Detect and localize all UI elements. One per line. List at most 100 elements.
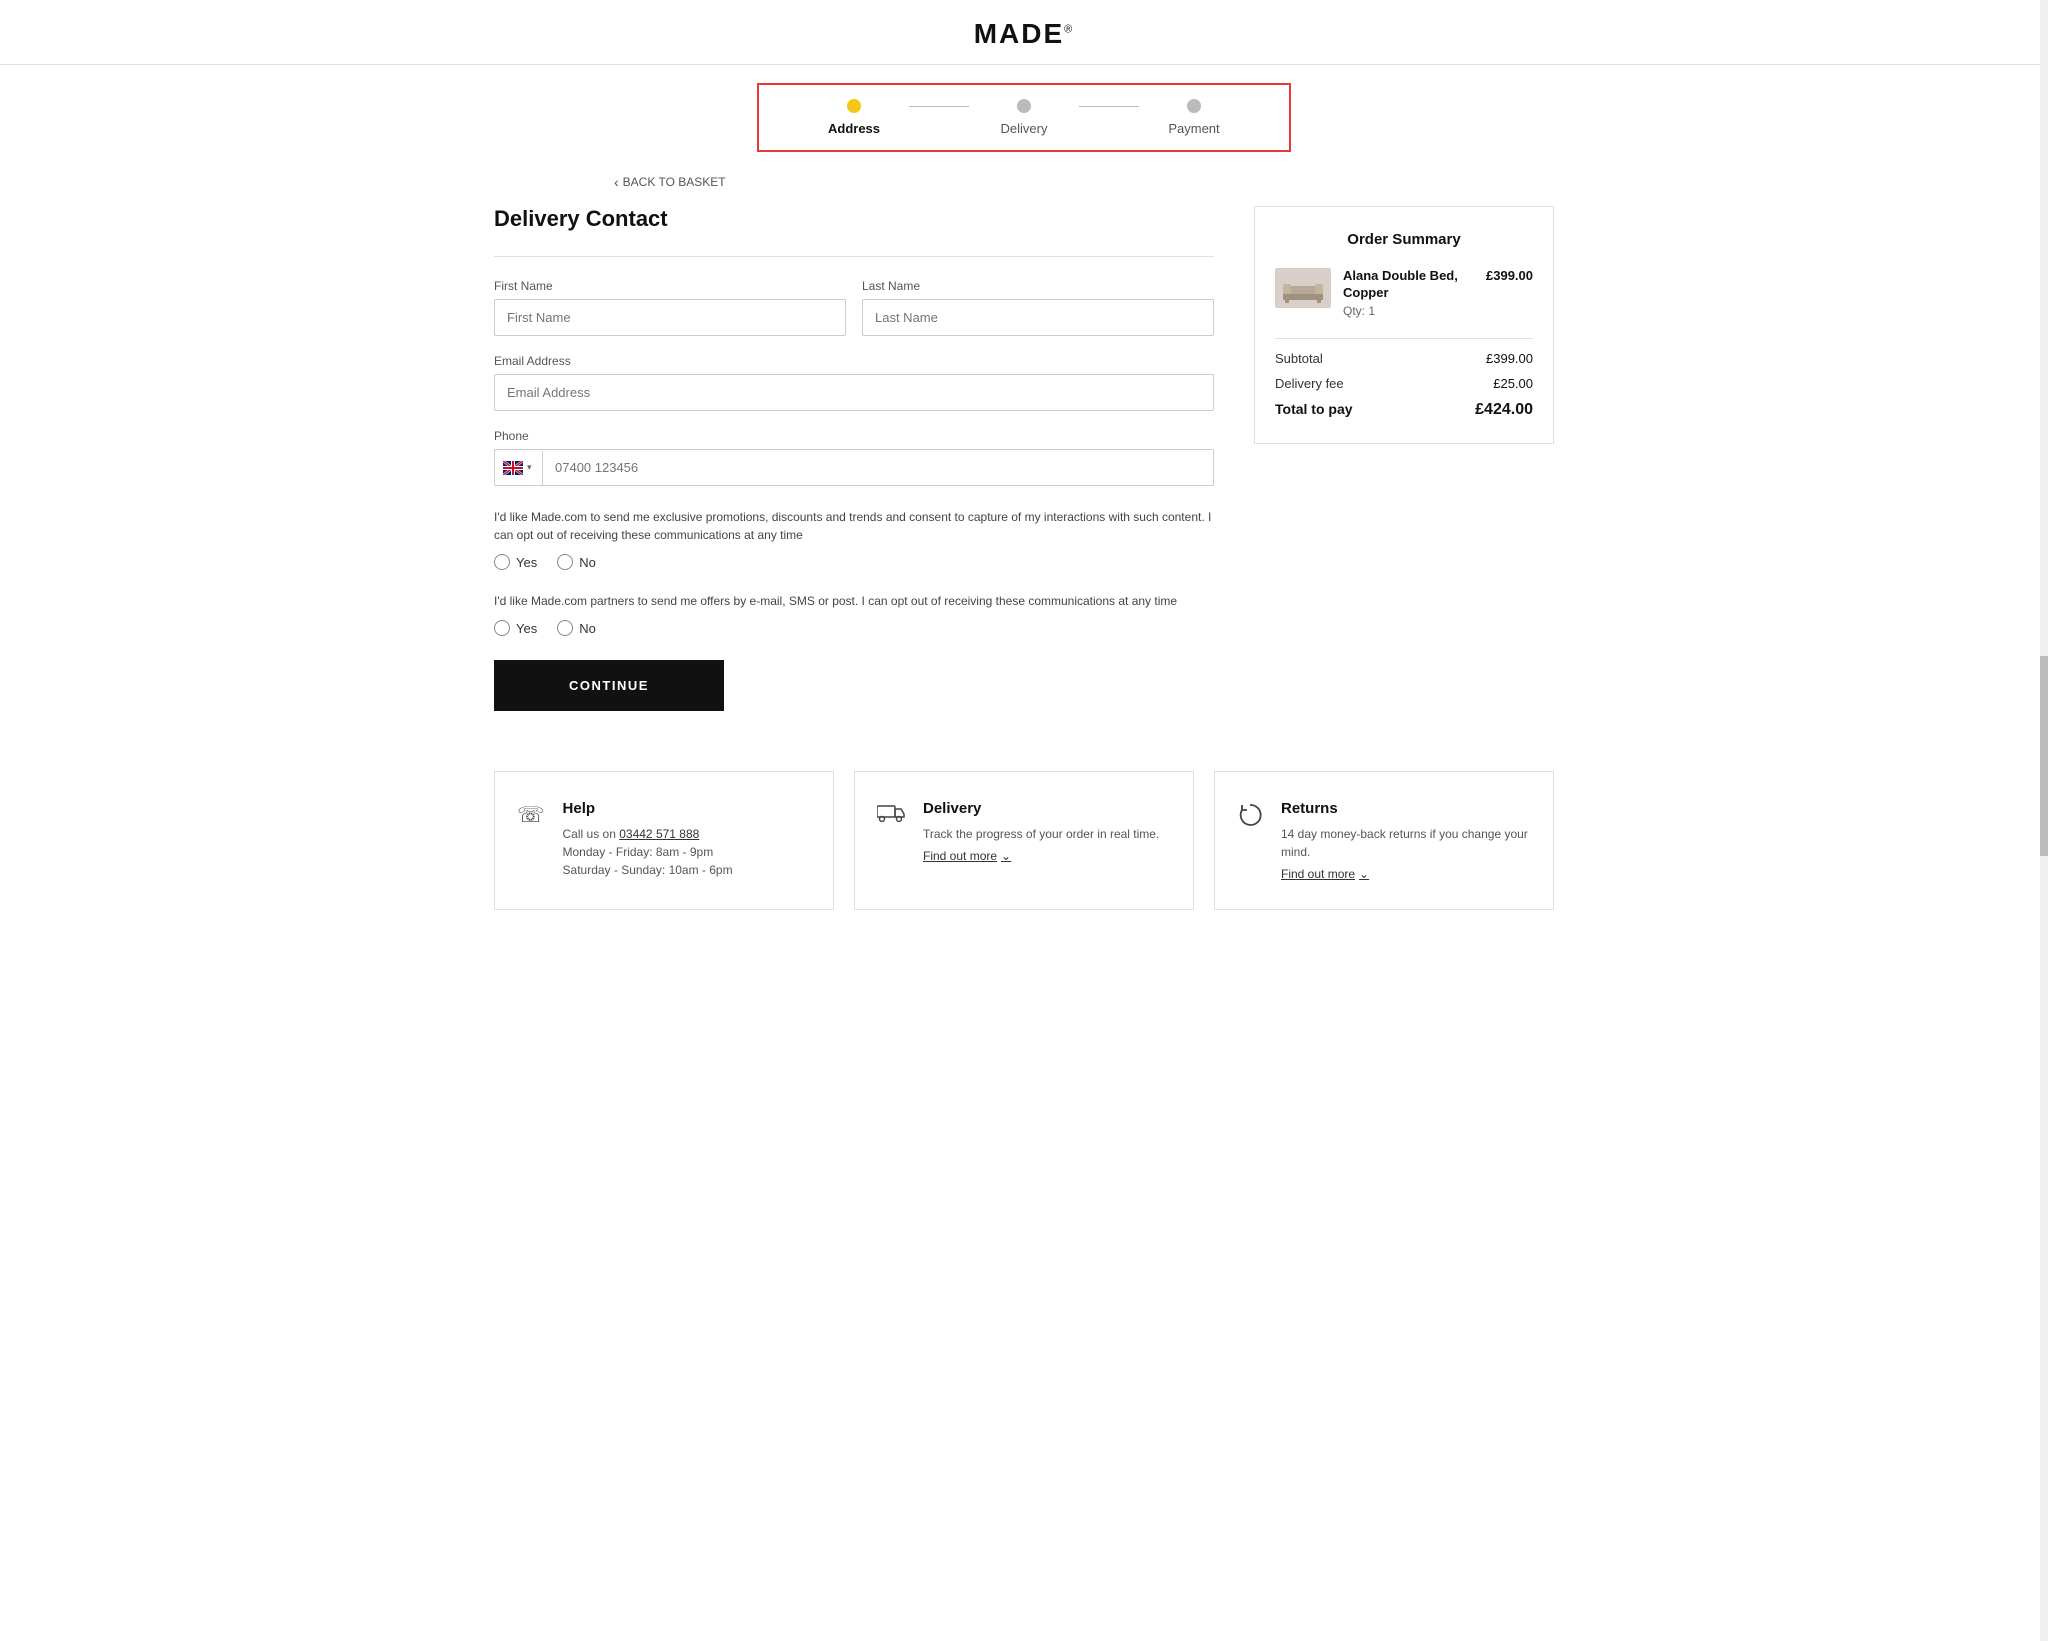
help-card-content: Help Call us on 03442 571 888 Monday - F… [563, 800, 733, 879]
returns-card-content: Returns 14 day money-back returns if you… [1281, 800, 1531, 881]
phone-label: Phone [494, 429, 1214, 443]
help-call-label: Call us on [563, 827, 616, 841]
returns-card: Returns 14 day money-back returns if you… [1214, 771, 1554, 910]
email-label: Email Address [494, 354, 1214, 368]
step-label-payment: Payment [1168, 121, 1219, 136]
delivery-find-out-more-link[interactable]: Find out more ⌄ [923, 849, 1011, 863]
first-name-group: First Name [494, 279, 846, 336]
delivery-label: Delivery fee [1275, 376, 1344, 391]
step-payment: Payment [1139, 99, 1249, 136]
checkout-steps: Address Delivery Payment [0, 65, 2048, 162]
consent2-radio-row: Yes No [494, 620, 1214, 636]
consent1-yes-text: Yes [516, 555, 537, 570]
help-hours2: Saturday - Sunday: 10am - 6pm [563, 863, 733, 877]
last-name-group: Last Name [862, 279, 1214, 336]
delivery-card-title: Delivery [923, 800, 1159, 817]
delivery-card-content: Delivery Track the progress of your orde… [923, 800, 1159, 863]
site-header: MADE® [0, 0, 2048, 65]
consent2-no-text: No [579, 621, 596, 636]
returns-link-chevron: ⌄ [1359, 867, 1369, 881]
form-title: Delivery Contact [494, 206, 1214, 232]
back-link-row: ‹ BACK TO BASKET [614, 162, 1434, 196]
help-card-title: Help [563, 800, 733, 817]
delivery-value: £25.00 [1493, 376, 1533, 391]
subtotal-label: Subtotal [1275, 351, 1323, 366]
consent2-no-radio[interactable] [557, 620, 573, 636]
returns-find-out-more-link[interactable]: Find out more ⌄ [1281, 867, 1369, 881]
uk-flag-icon [503, 461, 523, 475]
consent2-yes-label[interactable]: Yes [494, 620, 537, 636]
consent1-no-label[interactable]: No [557, 554, 596, 570]
first-name-label: First Name [494, 279, 846, 293]
phone-input-row: ▾ [494, 449, 1214, 486]
first-name-input[interactable] [494, 299, 846, 336]
returns-icon [1237, 802, 1263, 834]
total-label: Total to pay [1275, 401, 1353, 419]
step-dot-payment [1187, 99, 1201, 113]
back-to-basket-label: BACK TO BASKET [623, 175, 726, 189]
step-delivery: Delivery [969, 99, 1079, 136]
email-input[interactable] [494, 374, 1214, 411]
truck-svg [877, 802, 905, 822]
consent2-no-label[interactable]: No [557, 620, 596, 636]
phone-group: Phone ▾ [494, 429, 1214, 486]
phone-icon: ☏ [517, 802, 545, 828]
summary-item-price: £399.00 [1486, 268, 1533, 283]
order-summary: Order Summary Alana Double Bed, Copper [1254, 206, 1554, 711]
help-card: ☏ Help Call us on 03442 571 888 Monday -… [494, 771, 834, 910]
form-section: Delivery Contact First Name Last Name Em… [494, 206, 1214, 711]
step-label-address: Address [828, 121, 880, 136]
summary-subtotal-line: Subtotal £399.00 [1275, 351, 1533, 366]
phone-flag-select[interactable]: ▾ [495, 451, 543, 485]
consent1-yes-radio[interactable] [494, 554, 510, 570]
back-chevron-icon: ‹ [614, 174, 619, 190]
consent1-yes-label[interactable]: Yes [494, 554, 537, 570]
last-name-input[interactable] [862, 299, 1214, 336]
delivery-link-chevron: ⌄ [1001, 849, 1011, 863]
logo: MADE® [0, 18, 2048, 50]
last-name-label: Last Name [862, 279, 1214, 293]
returns-card-title: Returns [1281, 800, 1531, 817]
returns-card-text: 14 day money-back returns if you change … [1281, 825, 1531, 861]
summary-title: Order Summary [1275, 231, 1533, 248]
step-line-2 [1079, 106, 1139, 107]
subtotal-value: £399.00 [1486, 351, 1533, 366]
help-card-text: Call us on 03442 571 888 Monday - Friday… [563, 825, 733, 879]
phone-flag-chevron: ▾ [527, 462, 532, 473]
consent2-text: I'd like Made.com partners to send me of… [494, 592, 1214, 610]
summary-item-thumbnail [1275, 268, 1331, 308]
consent1-text: I'd like Made.com to send me exclusive p… [494, 508, 1214, 544]
summary-item-name: Alana Double Bed, Copper [1343, 268, 1474, 302]
form-divider [494, 256, 1214, 257]
consent2-section: I'd like Made.com partners to send me of… [494, 592, 1214, 636]
summary-divider [1275, 338, 1533, 339]
consent2-yes-radio[interactable] [494, 620, 510, 636]
consent1-no-radio[interactable] [557, 554, 573, 570]
bed-icon [1281, 272, 1325, 304]
back-to-basket-link[interactable]: ‹ BACK TO BASKET [614, 174, 1434, 190]
scrollbar-track[interactable] [2040, 0, 2048, 1641]
scrollbar-thumb[interactable] [2040, 656, 2048, 856]
total-value: £424.00 [1475, 401, 1533, 419]
delivery-find-out-more-label: Find out more [923, 849, 997, 863]
consent1-no-text: No [579, 555, 596, 570]
email-group: Email Address [494, 354, 1214, 411]
continue-button[interactable]: CONTINUE [494, 660, 724, 711]
consent1-radio-row: Yes No [494, 554, 1214, 570]
help-hours1: Monday - Friday: 8am - 9pm [563, 845, 714, 859]
main-layout: Delivery Contact First Name Last Name Em… [474, 196, 1574, 751]
returns-find-out-more-label: Find out more [1281, 867, 1355, 881]
summary-delivery-line: Delivery fee £25.00 [1275, 376, 1533, 391]
step-address: Address [799, 99, 909, 136]
step-dot-delivery [1017, 99, 1031, 113]
help-phone-number[interactable]: 03442 571 888 [619, 827, 699, 841]
consent1-section: I'd like Made.com to send me exclusive p… [494, 508, 1214, 570]
step-line-1 [909, 106, 969, 107]
delivery-card: Delivery Track the progress of your orde… [854, 771, 1194, 910]
consent2-yes-text: Yes [516, 621, 537, 636]
step-label-delivery: Delivery [1001, 121, 1048, 136]
truck-icon [877, 802, 905, 828]
phone-input[interactable] [543, 450, 1213, 485]
footer-cards: ☏ Help Call us on 03442 571 888 Monday -… [474, 771, 1574, 950]
summary-total-line: Total to pay £424.00 [1275, 401, 1533, 419]
